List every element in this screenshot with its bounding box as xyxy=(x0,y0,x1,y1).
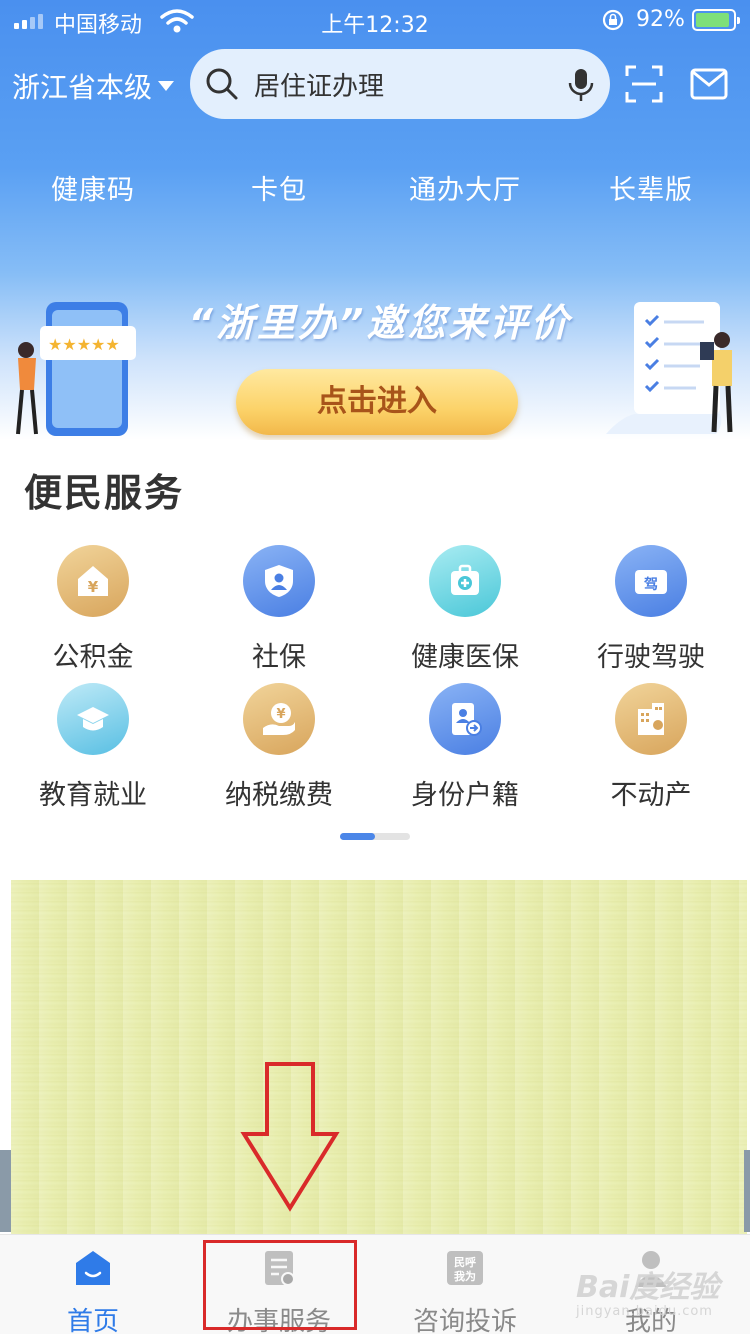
header: 中国移动 上午12:32 92% 浙江省本级 居住证办理 健康码 卡包 通办大厅… xyxy=(0,0,750,440)
battery-icon xyxy=(692,9,740,31)
quick-nav: 健康码 卡包 通办大厅 长辈版 xyxy=(0,168,750,208)
service-real-estate[interactable]: 不动产 xyxy=(558,683,744,812)
service-driving[interactable]: 驾 行驶驾驶 xyxy=(558,545,744,674)
house-yen-icon: ¥ xyxy=(57,545,129,617)
service-health-insurance[interactable]: 健康医保 xyxy=(372,545,558,674)
building-icon xyxy=(615,683,687,755)
quick-nav-service-hall[interactable]: 通办大厅 xyxy=(372,168,558,207)
svg-text:¥: ¥ xyxy=(276,707,285,722)
caret-down-icon xyxy=(158,81,175,91)
search-bar[interactable] xyxy=(190,49,610,119)
banner-title: “浙里办”邀您来评价 xyxy=(188,301,572,345)
home-icon xyxy=(76,1251,110,1285)
services-tab-highlight-annotation xyxy=(203,1240,357,1330)
scan-icon[interactable] xyxy=(624,64,664,104)
svg-text:★★★★★: ★★★★★ xyxy=(48,335,120,354)
service-label: 教育就业 xyxy=(39,780,147,811)
service-label: 社保 xyxy=(252,642,306,673)
status-bar: 中国移动 上午12:32 92% xyxy=(0,0,750,42)
graduation-cap-icon xyxy=(57,683,129,755)
rating-phone-illustration: ★★★★★ xyxy=(16,302,136,436)
active-page-dot xyxy=(340,833,375,840)
svg-text:我为: 我为 xyxy=(454,1269,476,1283)
banner-enter-button[interactable]: 点击进入 xyxy=(236,369,518,435)
tax-hand-yen-icon: ¥ xyxy=(243,683,315,755)
quick-nav-card-wallet[interactable]: 卡包 xyxy=(186,168,372,207)
region-label: 浙江省本级 xyxy=(12,71,153,104)
rotation-lock-icon xyxy=(602,9,624,31)
service-housing-fund[interactable]: ¥ 公积金 xyxy=(0,545,186,674)
service-label: 公积金 xyxy=(52,642,134,673)
down-arrow-annotation-icon xyxy=(240,1062,340,1212)
search-input[interactable] xyxy=(254,69,554,99)
quick-nav-elder-mode[interactable]: 长辈版 xyxy=(558,168,744,207)
id-badge-icon xyxy=(429,683,501,755)
tab-consult[interactable]: 民呼 我为 咨询投诉 xyxy=(372,1235,558,1334)
quick-nav-health-code[interactable]: 健康码 xyxy=(0,168,186,207)
service-label: 纳税缴费 xyxy=(225,780,333,811)
service-label: 身份户籍 xyxy=(411,780,519,811)
region-selector[interactable]: 浙江省本级 xyxy=(12,66,175,106)
search-icon xyxy=(206,68,238,100)
checklist-illustration xyxy=(606,302,733,434)
tab-label: 咨询投诉 xyxy=(412,1307,517,1334)
svg-text:¥: ¥ xyxy=(88,578,99,596)
service-tax-payment[interactable]: ¥ 纳税缴费 xyxy=(186,683,372,812)
medical-kit-icon xyxy=(429,545,501,617)
consult-complaint-icon: 民呼 我为 xyxy=(447,1251,483,1285)
tab-home[interactable]: 首页 xyxy=(0,1235,186,1334)
baidu-jingyan-watermark: Bai度经验 jingyan.baidu.com xyxy=(576,1270,720,1319)
shield-user-icon xyxy=(243,545,315,617)
service-social-security[interactable]: 社保 xyxy=(186,545,372,674)
service-label: 不动产 xyxy=(610,780,692,811)
service-identity-household[interactable]: 身份户籍 xyxy=(372,683,558,812)
svg-text:驾: 驾 xyxy=(643,576,658,593)
service-label: 健康医保 xyxy=(411,642,519,673)
tab-label: 首页 xyxy=(66,1307,119,1334)
microphone-icon[interactable] xyxy=(566,67,596,103)
service-label: 行驶驾驶 xyxy=(597,642,705,673)
mail-icon[interactable] xyxy=(690,66,728,102)
svg-text:民呼: 民呼 xyxy=(454,1255,476,1269)
battery-percent: 92% xyxy=(636,7,685,32)
driver-card-icon: 驾 xyxy=(615,545,687,617)
services-page-indicator xyxy=(340,833,410,840)
services-title: 便民服务 xyxy=(24,471,185,515)
service-education-employment[interactable]: 教育就业 xyxy=(0,683,186,812)
content-card-image[interactable] xyxy=(11,879,747,1234)
